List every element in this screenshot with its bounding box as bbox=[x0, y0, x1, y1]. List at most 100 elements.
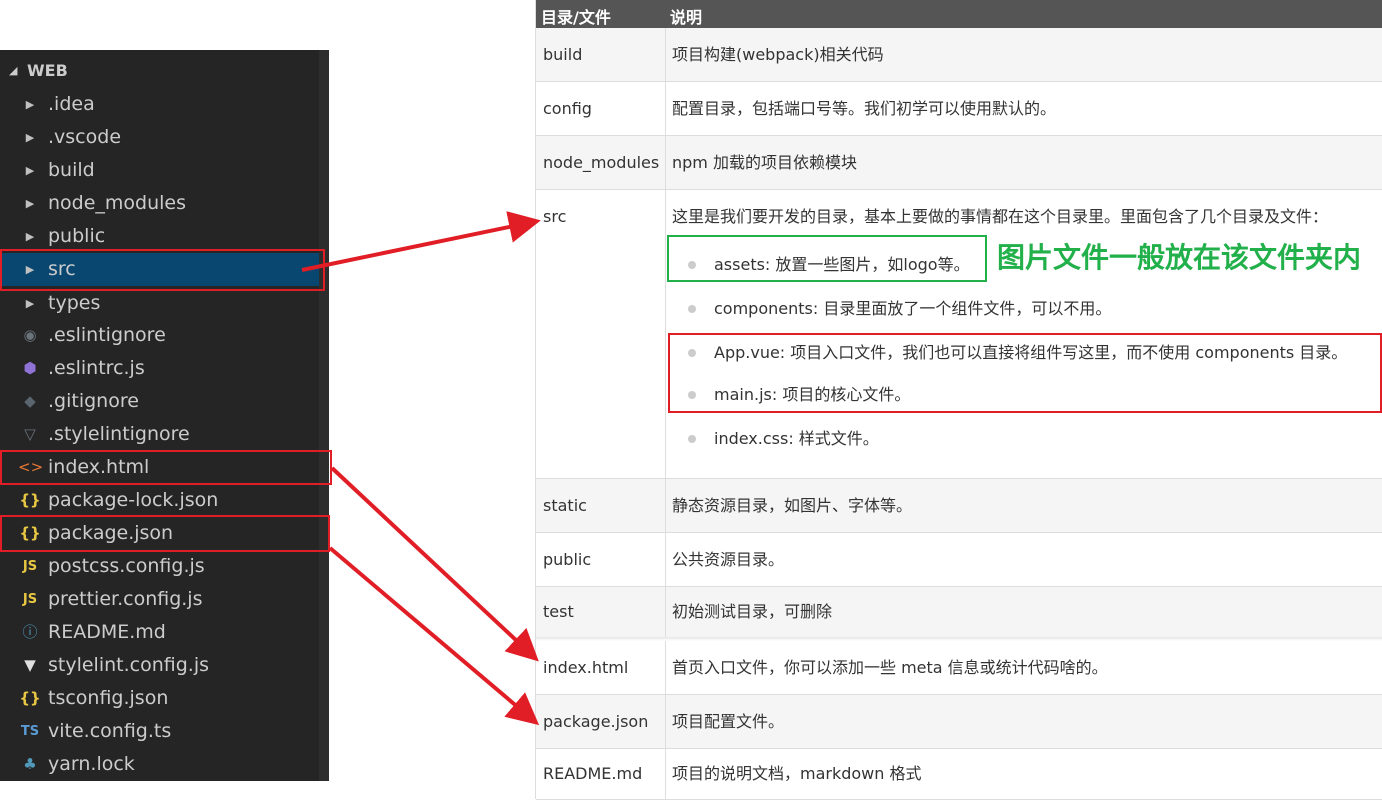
arrow-src bbox=[301, 211, 541, 272]
column-divider bbox=[665, 533, 666, 586]
row-description: npm 加载的项目依赖模块 bbox=[672, 153, 857, 172]
tree-item-node-modules[interactable]: ▶ node_modules bbox=[0, 187, 319, 220]
table-row: config 配置目录，包括端口号等。我们初学可以使用默认的。 bbox=[536, 82, 1382, 136]
table-row: test 初始测试目录，可删除 bbox=[536, 587, 1382, 638]
column-divider bbox=[665, 749, 666, 799]
tree-item-vscode[interactable]: ▶ .vscode bbox=[0, 121, 319, 154]
row-name: static bbox=[543, 496, 587, 515]
chevron-right-icon: ▶ bbox=[25, 131, 35, 144]
explorer-root-folder[interactable]: ◢ WEB bbox=[0, 60, 319, 82]
tree-item-label: stylelint.config.js bbox=[48, 654, 210, 676]
tree-item-label: node_modules bbox=[48, 192, 187, 214]
row-description: 首页入口文件，你可以添加一些 meta 信息或统计代码啥的。 bbox=[672, 658, 1108, 677]
tree-item-eslintrc[interactable]: ⬢ .eslintrc.js bbox=[0, 352, 319, 385]
tree-item-yarn-lock[interactable]: ♣ yarn.lock bbox=[0, 748, 319, 781]
chevron-right-icon: ▶ bbox=[25, 98, 35, 111]
row-name: package.json bbox=[543, 712, 649, 731]
json-icon: {} bbox=[19, 491, 41, 509]
tree-item-vite-config[interactable]: TS vite.config.ts bbox=[0, 715, 319, 748]
src-subitem-text: index.css: 样式文件。 bbox=[714, 429, 879, 448]
src-subitem: components: 目录里面放了一个组件文件，可以不用。 bbox=[688, 299, 1111, 319]
row-description: 初始测试目录，可删除 bbox=[672, 602, 833, 621]
tree-item-label: .gitignore bbox=[48, 390, 139, 412]
row-name: node_modules bbox=[543, 153, 660, 172]
column-divider bbox=[665, 587, 666, 637]
table-row: public 公共资源目录。 bbox=[536, 533, 1382, 587]
chevron-right-icon: ▶ bbox=[25, 197, 35, 210]
tree-item-label: vite.config.ts bbox=[48, 720, 172, 742]
tree-item-label: tsconfig.json bbox=[48, 687, 169, 709]
row-description: 项目配置文件。 bbox=[672, 712, 785, 731]
chevron-right-icon: ▶ bbox=[25, 164, 35, 177]
tree-item-gitignore[interactable]: ◆ .gitignore bbox=[0, 385, 319, 418]
tree-item-stylelintignore[interactable]: ▽ .stylelintignore bbox=[0, 418, 319, 451]
stylelint-ignore-icon: ▽ bbox=[24, 425, 36, 443]
column-divider bbox=[665, 82, 666, 135]
file-explorer: ◢ WEB ▶ .idea ▶ .vscode ▶ build ▶ node_m… bbox=[0, 50, 329, 781]
column-divider bbox=[665, 136, 666, 189]
assets-annotation-note: 图片文件一般放在该文件夹内 bbox=[997, 241, 1362, 274]
table-row: build 项目构建(webpack)相关代码 bbox=[536, 28, 1382, 82]
tree-item-label: README.md bbox=[48, 621, 166, 643]
tree-item-label: .stylelintignore bbox=[48, 423, 190, 445]
row-name: public bbox=[543, 550, 592, 569]
tree-item-types[interactable]: ▶ types bbox=[0, 287, 319, 320]
table-row: index.html 首页入口文件，你可以添加一些 meta 信息或统计代码啥的… bbox=[536, 641, 1382, 695]
row-description: 公共资源目录。 bbox=[672, 550, 785, 569]
tree-item-readme[interactable]: ⓘ README.md bbox=[0, 616, 319, 649]
header-directory-file: 目录/文件 bbox=[541, 8, 611, 27]
column-divider bbox=[665, 479, 666, 532]
header-description: 说明 bbox=[670, 8, 703, 27]
tree-item-label: .idea bbox=[48, 93, 95, 115]
row-description: 项目的说明文档，markdown 格式 bbox=[672, 764, 922, 783]
tree-item-eslintignore[interactable]: ◉ .eslintignore bbox=[0, 319, 319, 352]
row-name: build bbox=[543, 45, 583, 64]
info-icon: ⓘ bbox=[22, 623, 38, 641]
table-row: package.json 项目配置文件。 bbox=[536, 695, 1382, 749]
explorer-scrollbar[interactable] bbox=[319, 50, 329, 781]
eslint-ignore-icon: ◉ bbox=[23, 326, 37, 344]
tree-item-label: .eslintrc.js bbox=[48, 357, 145, 379]
column-divider bbox=[665, 695, 666, 748]
src-subitem: index.css: 样式文件。 bbox=[688, 429, 879, 449]
javascript-icon: JS bbox=[22, 559, 38, 574]
tree-item-label: yarn.lock bbox=[48, 753, 135, 775]
tree-item-label: build bbox=[48, 159, 95, 181]
tree-item-postcss-config[interactable]: JS postcss.config.js bbox=[0, 550, 319, 583]
table-row: node_modules npm 加载的项目依赖模块 bbox=[536, 136, 1382, 190]
highlight-index-html-box bbox=[0, 450, 332, 485]
row-name: src bbox=[543, 207, 567, 226]
highlight-package-json-box bbox=[0, 515, 330, 552]
row-name: index.html bbox=[543, 658, 629, 677]
column-divider bbox=[665, 641, 666, 694]
row-description: 静态资源目录，如图片、字体等。 bbox=[672, 496, 913, 515]
src-subitem-text: components: 目录里面放了一个组件文件，可以不用。 bbox=[714, 299, 1112, 318]
chevron-down-icon: ◢ bbox=[9, 64, 18, 77]
table-row: README.md 项目的说明文档，markdown 格式 bbox=[536, 749, 1382, 800]
tree-item-package-lock[interactable]: {} package-lock.json bbox=[0, 484, 319, 517]
json-icon: {} bbox=[19, 689, 41, 707]
tree-item-tsconfig[interactable]: {} tsconfig.json bbox=[0, 682, 319, 715]
highlight-assets-box bbox=[667, 235, 987, 282]
tree-item-build[interactable]: ▶ build bbox=[0, 154, 319, 187]
eslint-icon: ⬢ bbox=[23, 359, 37, 377]
tree-item-label: prettier.config.js bbox=[48, 588, 203, 610]
bullet-icon bbox=[688, 434, 696, 443]
row-description: 配置目录，包括端口号等。我们初学可以使用默认的。 bbox=[672, 99, 1057, 118]
bullet-icon bbox=[688, 304, 696, 313]
javascript-icon: JS bbox=[22, 592, 38, 607]
tree-item-idea[interactable]: ▶ .idea bbox=[0, 88, 319, 121]
column-divider bbox=[665, 190, 666, 478]
row-name: README.md bbox=[543, 764, 643, 783]
row-name: test bbox=[543, 602, 574, 621]
tree-item-prettier-config[interactable]: JS prettier.config.js bbox=[0, 583, 319, 616]
stylelint-icon: ▼ bbox=[24, 656, 36, 674]
git-icon: ◆ bbox=[24, 392, 36, 410]
tree-item-stylelint-config[interactable]: ▼ stylelint.config.js bbox=[0, 649, 319, 682]
tree-item-label: postcss.config.js bbox=[48, 555, 205, 577]
highlight-app-main-box bbox=[668, 333, 1382, 413]
arrow-index-html bbox=[330, 466, 539, 662]
table-header: 目录/文件 说明 bbox=[536, 0, 1382, 28]
explorer-root-label: WEB bbox=[27, 61, 68, 80]
column-divider bbox=[665, 28, 666, 81]
